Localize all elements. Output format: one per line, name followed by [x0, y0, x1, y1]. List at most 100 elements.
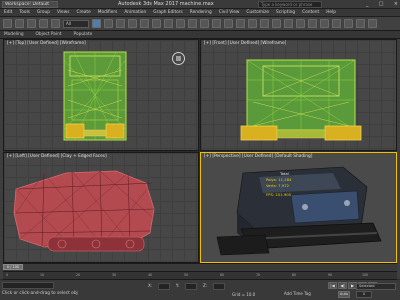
- timeline-tick: 0: [6, 273, 9, 277]
- timeline-tick: 20: [76, 273, 81, 277]
- verts-value: 7,972: [278, 183, 290, 188]
- machine-shaded-perspective: [216, 166, 382, 256]
- viewport-front[interactable]: [+] [Front] [User Defined] [Wireframe]: [200, 39, 397, 151]
- main-toolbar: All: [0, 17, 400, 31]
- tab-object-paint[interactable]: Object Paint: [36, 32, 62, 37]
- undo-icon[interactable]: [3, 19, 12, 28]
- render-setup-icon[interactable]: [344, 19, 353, 28]
- y-coordinate-field[interactable]: [185, 283, 198, 290]
- menu-civil-view[interactable]: Civil View: [219, 10, 240, 15]
- menu-views[interactable]: Views: [57, 10, 69, 15]
- select-by-name-icon[interactable]: [104, 19, 113, 28]
- unlink-icon[interactable]: [39, 19, 48, 28]
- rotate-icon[interactable]: [152, 19, 161, 28]
- previous-frame-icon[interactable]: ◀|: [338, 282, 347, 289]
- menu-graph-editors[interactable]: Graph Editors: [153, 10, 183, 15]
- timeline-tick: 90: [328, 273, 333, 277]
- timeline-tick: 50: [184, 273, 189, 277]
- menu-content[interactable]: Content: [302, 10, 319, 15]
- menu-animation[interactable]: Animation: [124, 10, 146, 15]
- selection-filter-dropdown[interactable]: All: [63, 19, 89, 28]
- menu-modifiers[interactable]: Modifiers: [98, 10, 118, 15]
- time-slider-handle[interactable]: 0 / 100: [3, 264, 23, 270]
- machine-wireframe-top: [63, 51, 127, 141]
- close-button[interactable]: ×: [394, 1, 398, 8]
- viewport-left[interactable]: [+] [Left] [User Defined] [Clay + Edged …: [3, 152, 199, 263]
- polys-label: Polys:: [266, 177, 278, 182]
- move-icon[interactable]: [140, 19, 149, 28]
- x-coordinate-field[interactable]: [158, 283, 170, 290]
- menu-help[interactable]: Help: [326, 10, 336, 15]
- render-icon[interactable]: [368, 19, 377, 28]
- minimize-button[interactable]: _: [366, 1, 369, 8]
- timeline-tick: 60: [220, 273, 225, 277]
- menu-bar: Edit Tools Group Views Create Modifiers …: [0, 9, 400, 17]
- tab-populate[interactable]: Populate: [74, 32, 93, 37]
- grid-setting: Grid = 10.0: [232, 292, 256, 297]
- timeline-tick: 40: [148, 273, 153, 277]
- fps-value: 101.905: [275, 192, 292, 197]
- menu-tools[interactable]: Tools: [19, 10, 30, 15]
- timeline-tick: 70: [256, 273, 261, 277]
- timeline-tick: 80: [292, 273, 297, 277]
- window-title: Autodesk 3ds Max 2017 machine.max: [118, 1, 214, 7]
- coordinate-display: X: Y: Z:: [148, 283, 225, 290]
- menu-group[interactable]: Group: [37, 10, 50, 15]
- polys-value: 11,284: [278, 177, 292, 182]
- reference-coordinate-icon[interactable]: [188, 19, 197, 28]
- rendered-frame-icon[interactable]: [356, 19, 365, 28]
- z-label: Z:: [203, 283, 208, 288]
- verts-label: Verts:: [266, 183, 277, 188]
- layer-explorer-icon[interactable]: [296, 19, 305, 28]
- go-to-start-icon[interactable]: |◀: [328, 282, 337, 289]
- curve-editor-icon[interactable]: [308, 19, 317, 28]
- menu-scripting[interactable]: Scripting: [276, 10, 295, 15]
- window-crossing-icon[interactable]: [128, 19, 137, 28]
- spinner-snap-icon[interactable]: [248, 19, 257, 28]
- schematic-view-icon[interactable]: [320, 19, 329, 28]
- timeline-tick: 100: [362, 273, 369, 277]
- percent-snap-icon[interactable]: [236, 19, 245, 28]
- ribbon-tabs: Modeling Object Paint Populate: [0, 31, 400, 39]
- snap-icon[interactable]: [212, 19, 221, 28]
- mirror-icon[interactable]: [272, 19, 281, 28]
- material-editor-icon[interactable]: [332, 19, 341, 28]
- placement-icon[interactable]: [176, 19, 185, 28]
- viewport-statistics: Total Polys: 11,284 Verts: 7,972 FPS: 10…: [266, 171, 292, 198]
- prompt-line: Click or click-and-drag to select obj: [2, 291, 78, 296]
- menu-edit[interactable]: Edit: [4, 10, 12, 15]
- tab-modeling[interactable]: Modeling: [4, 32, 24, 37]
- workspace-dropdown[interactable]: Workspace: Default: [2, 1, 58, 8]
- viewport-perspective[interactable]: [+] [Perspective] [User Defined] [Defaul…: [200, 152, 397, 263]
- select-object-icon[interactable]: [92, 19, 101, 28]
- add-time-tag-button[interactable]: Add Time Tag: [284, 291, 311, 296]
- link-icon[interactable]: [27, 19, 36, 28]
- key-filter-dropdown[interactable]: Selected: [356, 283, 396, 290]
- z-coordinate-field[interactable]: [213, 283, 225, 290]
- maxscript-listener-input[interactable]: [2, 282, 54, 289]
- time-slider[interactable]: [3, 263, 397, 271]
- pivot-icon[interactable]: [200, 19, 209, 28]
- bind-space-warp-icon[interactable]: [51, 19, 60, 28]
- window-controls: _ □ ×: [366, 1, 398, 8]
- menu-customize[interactable]: Customize: [246, 10, 269, 15]
- viewport-top[interactable]: [+] [Top] [User Defined] [Wireframe]: [3, 39, 199, 151]
- current-frame-field[interactable]: 0: [356, 291, 372, 298]
- fps-label: FPS:: [266, 192, 275, 197]
- machine-wireframe-front: [240, 59, 362, 141]
- named-selection-icon[interactable]: [260, 19, 269, 28]
- redo-icon[interactable]: [15, 19, 24, 28]
- auto-key-button[interactable]: Auto: [338, 291, 350, 298]
- align-icon[interactable]: [284, 19, 293, 28]
- maximize-button[interactable]: □: [379, 1, 384, 8]
- menu-rendering[interactable]: Rendering: [190, 10, 212, 15]
- timeline-tick: 10: [40, 273, 45, 277]
- scale-icon[interactable]: [164, 19, 173, 28]
- search-input[interactable]: Type a keyword or phrase: [258, 1, 322, 8]
- menu-create[interactable]: Create: [76, 10, 90, 15]
- track-bar[interactable]: [3, 271, 397, 280]
- x-label: X:: [148, 283, 153, 288]
- rectangular-selection-icon[interactable]: [116, 19, 125, 28]
- angle-snap-icon[interactable]: [224, 19, 233, 28]
- timeline-tick: 30: [112, 273, 117, 277]
